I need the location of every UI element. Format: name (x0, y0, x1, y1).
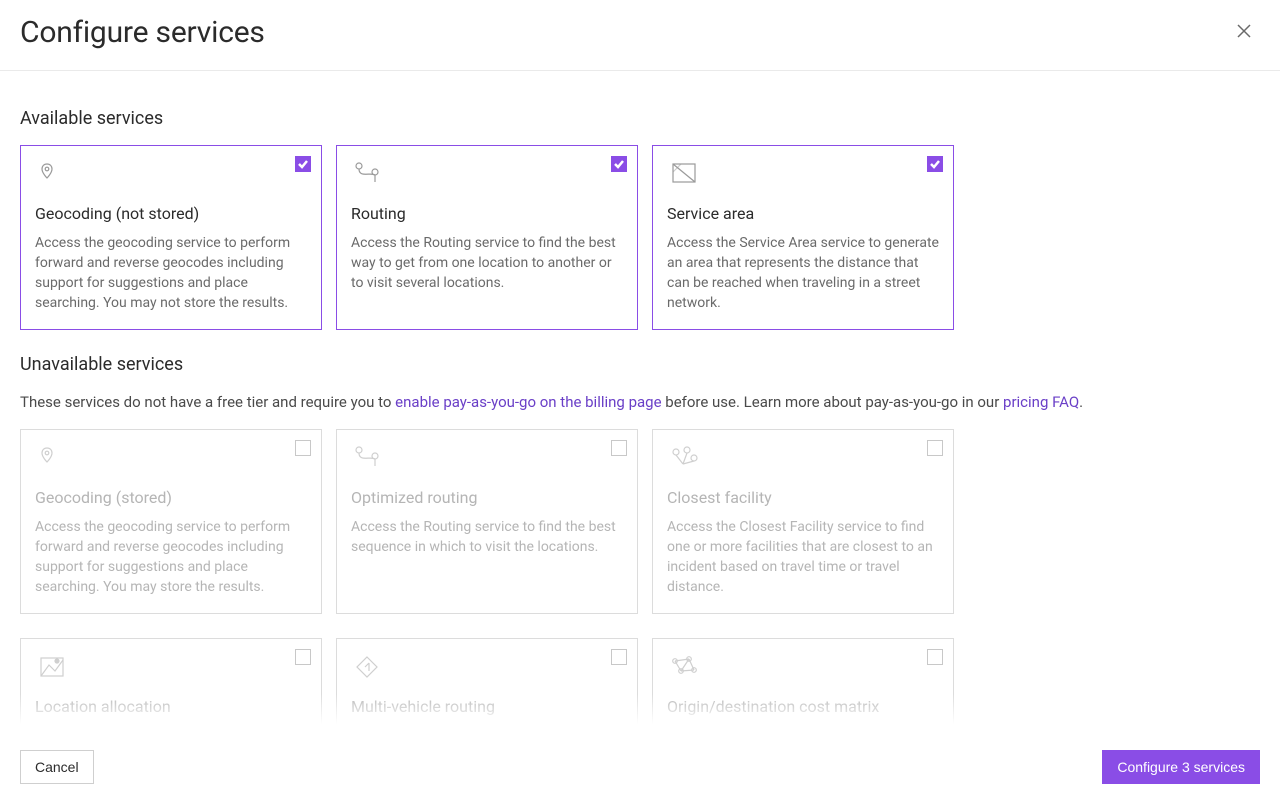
service-card-geocoding-stored: Geocoding (stored) Access the geocoding … (20, 429, 322, 614)
close-icon (1236, 23, 1252, 43)
cancel-button[interactable]: Cancel (20, 750, 94, 784)
unavailable-note-text: These services do not have a free tier a… (20, 393, 395, 411)
service-disabled-checkbox (295, 440, 311, 456)
service-card-description: Access the Routing service to find the b… (351, 517, 623, 557)
service-disabled-checkbox (295, 649, 311, 665)
unavailable-cards-row1: Geocoding (stored) Access the geocoding … (20, 429, 1260, 614)
service-card-title: Routing (351, 204, 623, 223)
pin-icon (35, 444, 71, 472)
service-card-od-cost-matrix: Origin/destination cost matrix Access th… (652, 638, 954, 734)
service-card-description: Access the Routing service to find the b… (351, 233, 623, 293)
service-disabled-checkbox (927, 649, 943, 665)
service-card-description: Access the Vehicle Routing Problem servi… (351, 726, 623, 734)
pin-icon (35, 160, 71, 188)
unavailable-cards-row2: Location allocation Access the Location … (20, 638, 1260, 734)
service-disabled-checkbox (611, 440, 627, 456)
service-card-title: Optimized routing (351, 488, 623, 507)
service-card-title: Closest facility (667, 488, 939, 507)
service-selected-checkbox[interactable] (295, 156, 311, 172)
service-card-closest-facility: Closest facility Access the Closest Faci… (652, 429, 954, 614)
service-disabled-checkbox (927, 440, 943, 456)
service-card-description: Access the OD Matrix service to create a… (667, 726, 939, 734)
area-icon (667, 160, 703, 188)
service-selected-checkbox[interactable] (611, 156, 627, 172)
available-section-title: Available services (20, 108, 1260, 129)
close-button[interactable] (1232, 21, 1256, 45)
matrix-icon (667, 653, 703, 681)
dialog-header: Configure services (0, 0, 1280, 71)
service-card-description: Access the Closest Facility service to f… (667, 517, 939, 597)
available-cards: Geocoding (not stored) Access the geocod… (20, 145, 1260, 330)
configure-button[interactable]: Configure 3 services (1102, 750, 1260, 784)
service-selected-checkbox[interactable] (927, 156, 943, 172)
unavailable-note-text: . (1079, 393, 1083, 411)
service-card-description: Access the Location Allocation service t… (35, 726, 307, 734)
service-card-service-area[interactable]: Service area Access the Service Area ser… (652, 145, 954, 330)
service-card-routing[interactable]: Routing Access the Routing service to fi… (336, 145, 638, 330)
service-card-location-allocation: Location allocation Access the Location … (20, 638, 322, 734)
service-card-description: Access the geocoding service to perform … (35, 233, 307, 313)
service-disabled-checkbox (611, 649, 627, 665)
service-card-title: Origin/destination cost matrix (667, 697, 939, 716)
dialog-footer: Cancel Configure 3 services (0, 734, 1280, 800)
service-card-multi-vehicle-routing: Multi-vehicle routing Access the Vehicle… (336, 638, 638, 734)
unavailable-section-title: Unavailable services (20, 354, 1260, 375)
service-card-title: Service area (667, 204, 939, 223)
dialog-body: Available services Geocoding (not stored… (0, 82, 1280, 734)
facility-icon (667, 444, 703, 472)
service-card-title: Geocoding (stored) (35, 488, 307, 507)
dialog-title: Configure services (20, 15, 265, 50)
service-card-description: Access the Service Area service to gener… (667, 233, 939, 313)
route-icon (351, 160, 387, 188)
service-card-title: Location allocation (35, 697, 307, 716)
service-card-title: Geocoding (not stored) (35, 204, 307, 223)
enable-payg-link[interactable]: enable pay-as-you-go on the billing page (395, 393, 661, 411)
service-card-optimized-routing: Optimized routing Access the Routing ser… (336, 429, 638, 614)
service-card-description: Access the geocoding service to perform … (35, 517, 307, 597)
diamond-icon (351, 653, 387, 681)
pricing-faq-link[interactable]: pricing FAQ (1003, 393, 1079, 411)
map-icon (35, 653, 71, 681)
route-icon (351, 444, 387, 472)
unavailable-note: These services do not have a free tier a… (20, 391, 1260, 413)
unavailable-note-text: before use. Learn more about pay-as-you-… (662, 393, 1003, 411)
service-card-title: Multi-vehicle routing (351, 697, 623, 716)
service-card-geocoding-not-stored[interactable]: Geocoding (not stored) Access the geocod… (20, 145, 322, 330)
